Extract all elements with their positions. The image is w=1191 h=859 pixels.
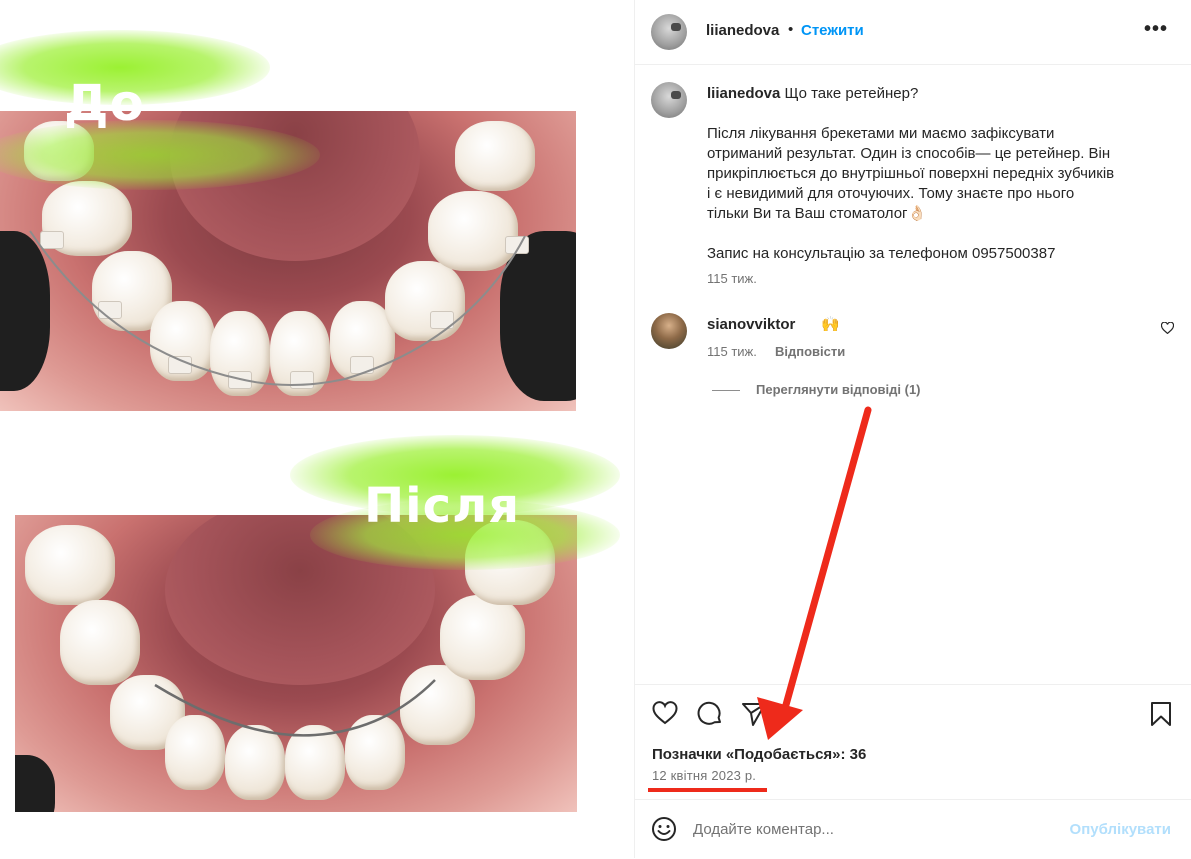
comment-like-heart-icon[interactable] <box>1160 321 1175 337</box>
heart-icon[interactable] <box>652 701 678 730</box>
view-replies-button[interactable]: Переглянути відповіді (1) <box>756 382 921 397</box>
post-caption: liianedova Що таке ретейнер? Після лікув… <box>707 84 1167 264</box>
commenter-avatar[interactable] <box>651 313 687 349</box>
publish-button[interactable]: Опублікувати <box>1070 821 1171 838</box>
post-date: 12 квітня 2023 р. <box>652 768 757 783</box>
comment-input[interactable] <box>693 816 1033 842</box>
comment-text: 🙌 <box>821 316 840 333</box>
replies-divider <box>712 390 740 391</box>
caption-contact: Запис на консультацію за телефоном 09575… <box>707 245 1056 262</box>
caption-avatar[interactable] <box>651 82 687 118</box>
post-media: До Після <box>0 0 634 858</box>
date-annotation-underline <box>648 788 767 792</box>
caption-title: Що таке ретейнер? <box>784 85 919 102</box>
add-comment-bar: Опублікувати <box>635 799 1191 859</box>
caption-timestamp[interactable]: 115 тиж. <box>707 271 757 286</box>
more-horizontal-icon[interactable]: ••• <box>1144 18 1168 41</box>
comment-icon[interactable] <box>697 701 723 732</box>
separator-dot: • <box>788 21 794 38</box>
emoji-smiley-icon[interactable] <box>651 816 677 847</box>
author-avatar[interactable] <box>651 14 687 50</box>
bookmark-icon[interactable] <box>1150 701 1172 732</box>
share-paper-plane-icon[interactable] <box>741 701 767 732</box>
caption-username[interactable]: liianedova <box>707 85 780 102</box>
caption-paragraph: Після лікування брекетами ми маємо зафік… <box>707 125 1115 222</box>
follow-button[interactable]: Стежити <box>801 22 864 39</box>
likes-count[interactable]: Позначки «Подобається»: 36 <box>652 746 866 763</box>
post-header: liianedova • Стежити ••• <box>635 0 1191 65</box>
reply-button[interactable]: Відповісти <box>775 344 845 359</box>
commenter-username[interactable]: sianovviktor <box>707 316 795 333</box>
comment-timestamp: 115 тиж. <box>707 344 757 359</box>
after-label: Після <box>364 478 521 534</box>
author-username[interactable]: liianedova <box>706 22 779 39</box>
post-details-panel: liianedova • Стежити ••• liianedova Що т… <box>634 0 1191 858</box>
before-label: До <box>64 74 145 132</box>
post-actions <box>635 684 1191 745</box>
